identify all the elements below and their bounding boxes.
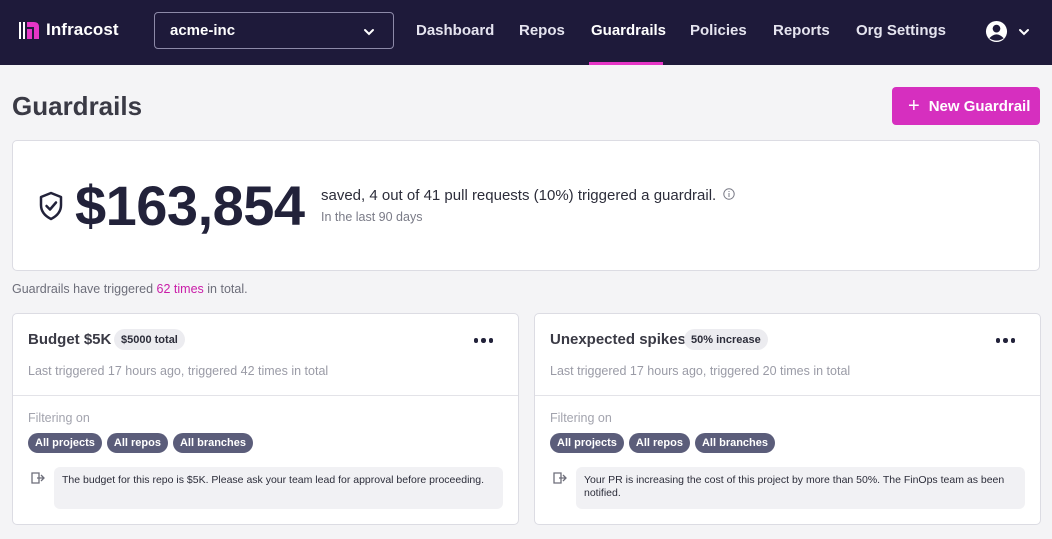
filter-tag: All repos xyxy=(628,433,690,453)
more-options-icon[interactable] xyxy=(473,338,493,343)
org-select[interactable]: acme-inc xyxy=(154,12,394,49)
user-avatar-icon xyxy=(985,20,1008,48)
filter-tag: All repos xyxy=(106,433,168,453)
more-options-icon[interactable] xyxy=(995,338,1015,343)
savings-text: saved, 4 out of 41 pull requests (10%) t… xyxy=(321,187,717,204)
shield-check-icon xyxy=(38,191,64,226)
filter-tag: All branches xyxy=(694,433,776,453)
guardrail-name: Unexpected spikes xyxy=(550,331,686,348)
savings-amount: $163,854 xyxy=(75,174,305,237)
guardrail-badge: $5000 total xyxy=(114,329,185,350)
guardrail-card[interactable]: Unexpected spikes 50% increase Last trig… xyxy=(534,313,1041,525)
guardrail-name: Budget $5K xyxy=(28,331,112,348)
message-icon xyxy=(30,471,46,492)
triggered-count: 62 times xyxy=(156,282,204,296)
filter-tags: All projects All repos All branches xyxy=(28,433,254,453)
nav-repos[interactable]: Repos xyxy=(519,22,565,39)
divider xyxy=(535,395,1040,396)
guardrail-badge: 50% increase xyxy=(684,329,768,350)
active-tab-indicator xyxy=(589,62,663,65)
nav-reports[interactable]: Reports xyxy=(773,22,830,39)
filter-tag: All projects xyxy=(550,433,624,453)
page-title: Guardrails xyxy=(12,91,143,121)
plus-icon: + xyxy=(908,95,920,117)
chevron-down-icon xyxy=(363,25,375,42)
guardrail-message: Your PR is increasing the cost of this p… xyxy=(576,467,1025,509)
nav-policies[interactable]: Policies xyxy=(690,22,747,39)
triggered-summary: Guardrails have triggered 62 times in to… xyxy=(12,282,248,296)
logo[interactable]: Infracost xyxy=(18,19,119,41)
user-menu[interactable] xyxy=(985,20,1030,48)
filter-tag: All branches xyxy=(172,433,254,453)
filter-label: Filtering on xyxy=(550,411,612,425)
last-triggered: Last triggered 17 hours ago, triggered 2… xyxy=(550,364,851,378)
savings-description: saved, 4 out of 41 pull requests (10%) t… xyxy=(321,187,735,204)
guardrail-card[interactable]: Budget $5K $5000 total Last triggered 17… xyxy=(12,313,519,525)
savings-period: In the last 90 days xyxy=(321,210,423,224)
message-icon xyxy=(552,471,568,492)
filter-tags: All projects All repos All branches xyxy=(550,433,776,453)
infracost-logo-icon xyxy=(18,19,40,41)
org-select-value: acme-inc xyxy=(170,22,236,39)
top-nav: Infracost acme-inc Dashboard Repos Guard… xyxy=(0,0,1052,65)
info-icon[interactable] xyxy=(723,187,735,204)
filter-label: Filtering on xyxy=(28,411,90,425)
triggered-prefix: Guardrails have triggered xyxy=(12,282,154,296)
nav-dashboard[interactable]: Dashboard xyxy=(416,22,494,39)
nav-guardrails[interactable]: Guardrails xyxy=(591,22,666,39)
triggered-suffix: in total. xyxy=(207,282,248,296)
filter-tag: All projects xyxy=(28,433,102,453)
new-guardrail-button[interactable]: + New Guardrail xyxy=(892,87,1040,125)
logo-text: Infracost xyxy=(46,20,119,39)
new-guardrail-label: New Guardrail xyxy=(928,97,1031,115)
nav-org-settings[interactable]: Org Settings xyxy=(856,22,946,39)
chevron-down-icon xyxy=(1018,25,1030,43)
guardrail-message: The budget for this repo is $5K. Please … xyxy=(54,467,503,509)
divider xyxy=(13,395,518,396)
last-triggered: Last triggered 17 hours ago, triggered 4… xyxy=(28,364,329,378)
savings-summary-card: $163,854 saved, 4 out of 41 pull request… xyxy=(12,140,1040,271)
